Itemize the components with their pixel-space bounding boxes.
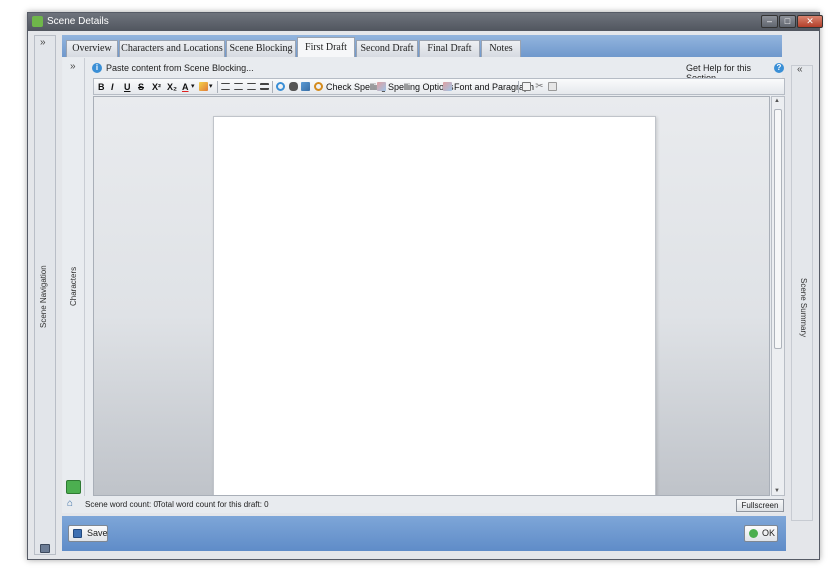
tab-overview[interactable]: Overview [66,40,118,57]
align-right-icon[interactable] [247,83,256,90]
paste-from-scene-blocking-link[interactable]: Paste content from Scene Blocking... [106,63,254,73]
font-color-button[interactable]: A [182,81,189,93]
spelling-options-icon[interactable] [377,82,386,91]
scene-word-count: Scene word count: 0 [85,500,158,509]
superscript-button[interactable]: X² [152,81,161,93]
save-button[interactable]: Save [68,525,108,542]
save-icon [73,529,82,538]
document-page[interactable] [213,116,656,495]
paste-icon[interactable] [548,82,557,91]
bottom-bar: Save OK [62,516,786,551]
ok-label: OK [762,528,776,538]
tab-first-draft[interactable]: First Draft [297,37,355,57]
window-title: Scene Details [47,16,109,27]
subscript-button[interactable]: X₂ [167,81,177,93]
close-button[interactable]: ✕ [797,15,823,28]
scene-summary-label: Scene Summary [799,278,808,338]
minimize-button[interactable]: – [761,15,778,28]
draft-editor[interactable] [93,96,770,496]
toolbar-separator [217,81,218,93]
bold-button[interactable]: B [98,81,105,93]
scene-details-window: Scene Details – □ ✕ » Scene Navigation O… [27,12,823,560]
cut-icon[interactable]: ✂ [535,82,544,92]
title-bar[interactable]: Scene Details – □ ✕ [28,13,823,31]
toolbar-separator [272,81,273,93]
scroll-down-icon[interactable]: ▼ [774,488,780,494]
status-bar: ⌂ Scene word count: 0 Total word count f… [63,497,785,513]
fullscreen-button[interactable]: Fullscreen [736,499,784,512]
help-icon[interactable]: ? [774,63,784,73]
align-left-icon[interactable] [221,83,230,90]
tab-scene-blocking[interactable]: Scene Blocking [226,40,296,57]
tab-bar: Overview Characters and Locations Scene … [62,35,782,57]
check-spelling-icon[interactable] [314,82,323,91]
copy-icon[interactable] [522,82,531,91]
tab-final-draft[interactable]: Final Draft [419,40,480,57]
panel-icon[interactable] [40,544,50,553]
characters-label: Characters [69,266,78,306]
refresh-icon[interactable] [276,82,285,91]
find-icon[interactable] [289,82,298,91]
toolbar-separator [518,81,519,93]
align-center-icon[interactable] [234,83,243,90]
home-icon[interactable]: ⌂ [67,498,73,509]
tab-characters-and-locations[interactable]: Characters and Locations [119,40,225,57]
save-label: Save [87,528,108,538]
expand-characters-icon[interactable]: » [70,61,76,72]
scene-summary-panel: « Scene Summary [791,64,813,521]
format-toolbar: B I U S X² X₂ A ▾ ▾ Check Spelling Spell… [93,78,785,95]
scroll-up-icon[interactable]: ▲ [774,98,780,104]
characters-panel: » Characters [63,58,85,496]
scene-navigation-label: Scene Navigation [39,265,48,328]
expand-scene-navigation-icon[interactable]: » [40,37,46,48]
highlight-icon[interactable] [199,82,208,91]
scrollbar-thumb[interactable] [774,109,782,349]
font-paragraph-icon[interactable] [443,82,452,91]
justify-icon[interactable] [260,83,269,90]
underline-button[interactable]: U [124,81,131,93]
total-word-count: Total word count for this draft: 0 [157,500,269,509]
paste-info-icon: i [92,63,102,73]
maximize-button[interactable]: □ [779,15,796,28]
tab-second-draft[interactable]: Second Draft [356,40,418,57]
italic-button[interactable]: I [111,81,114,93]
scene-navigation-panel: » Scene Navigation [34,35,56,555]
ok-icon [749,529,758,538]
app-icon [32,16,43,27]
highlight-dropdown-icon[interactable]: ▾ [209,81,213,93]
expand-scene-summary-icon[interactable]: « [797,64,803,75]
ok-button[interactable]: OK [744,525,778,542]
editor-top-bar: i Paste content from Scene Blocking... G… [86,60,786,83]
editor-scrollbar[interactable]: ▲ ▼ [771,96,785,496]
add-character-icon[interactable] [66,480,81,494]
tab-notes[interactable]: Notes [481,40,521,57]
replace-icon[interactable] [301,82,310,91]
strikethrough-button[interactable]: S [138,81,144,93]
font-color-dropdown-icon[interactable]: ▾ [191,81,195,93]
